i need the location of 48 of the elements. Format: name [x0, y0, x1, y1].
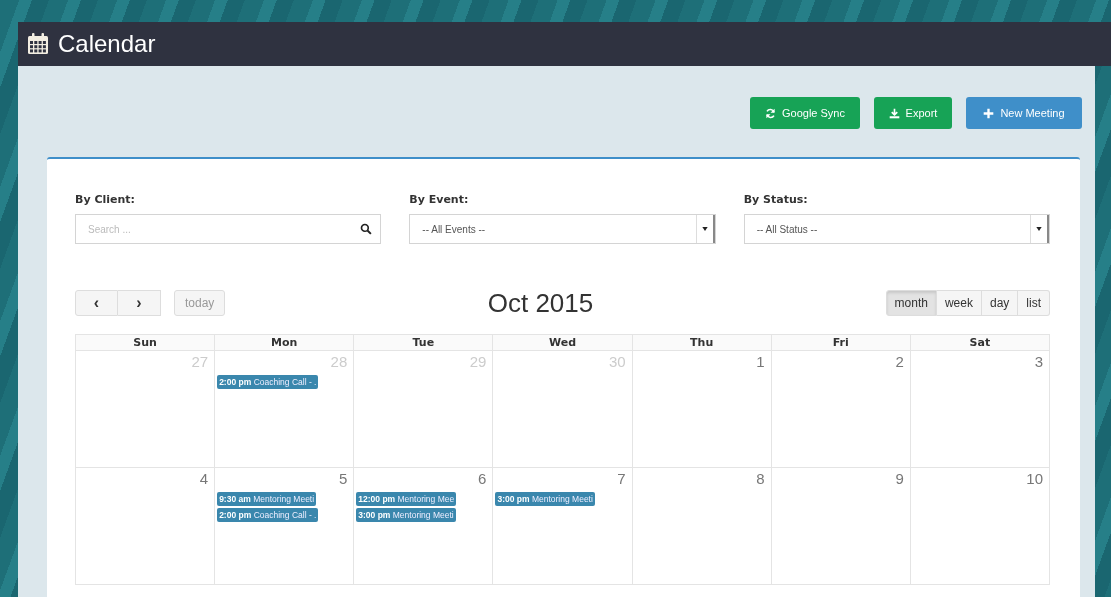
search-field[interactable]: Search ...	[75, 214, 382, 244]
event-chip[interactable]: 3:00 pm Mentoring Meeti	[495, 492, 595, 506]
event-chip[interactable]: 2:00 pm Coaching Call - .	[217, 375, 319, 389]
day-number: 4	[199, 470, 210, 487]
event-chip[interactable]: 2:00 pm Coaching Call - .	[217, 508, 319, 522]
weekday-header: Wed	[493, 334, 633, 351]
day-number: 7	[617, 470, 627, 487]
weekday-header: Tue	[354, 334, 494, 351]
dropdown-arrow-icon	[701, 227, 708, 231]
refresh-icon	[765, 107, 776, 119]
event-chip[interactable]: 3:00 pm Mentoring Meeti	[356, 508, 456, 522]
download-icon	[888, 107, 900, 119]
day-number: 8	[756, 470, 766, 487]
day-number: 1	[756, 353, 766, 370]
today-button[interactable]: today	[174, 290, 226, 316]
view-tab[interactable]: list	[1018, 290, 1050, 316]
view-tab[interactable]: month	[885, 290, 937, 316]
filter-label: By Event:	[409, 193, 470, 206]
calendar-icon	[26, 32, 50, 56]
weekday-header: Mon	[215, 334, 355, 351]
view-tab[interactable]: day	[981, 290, 1019, 316]
event-chip[interactable]: 12:00 pm Mentoring Mee	[356, 492, 457, 506]
weekday-header: Sun	[76, 334, 216, 351]
weekday-header: Fri	[771, 334, 911, 351]
dropdown[interactable]: -- All Events --	[409, 214, 716, 244]
day-number: 9	[895, 470, 905, 487]
view-tab[interactable]: week	[936, 290, 982, 316]
sync-button[interactable]: Google Sync	[750, 97, 860, 129]
search-icon	[360, 223, 373, 235]
event-chip[interactable]: 9:30 am Mentoring Meeti	[217, 492, 317, 506]
filter-label: By Status:	[743, 193, 809, 206]
weekday-header: Sat	[910, 334, 1050, 351]
filter-label: By Client:	[75, 193, 136, 206]
day-number: 3	[1034, 353, 1044, 370]
new-meeting-button[interactable]: New Meeting	[966, 97, 1082, 129]
month-title: Oct 2015	[486, 287, 595, 319]
dropdown[interactable]: -- All Status --	[743, 214, 1050, 244]
weekday-header: Thu	[632, 334, 772, 351]
day-number: 6	[478, 470, 488, 487]
day-number: 10	[1026, 470, 1044, 487]
plus-icon	[983, 107, 995, 119]
day-number: 2	[895, 353, 905, 370]
day-number: 5	[338, 470, 349, 487]
previous-button[interactable]: ‹	[75, 290, 118, 316]
dropdown-arrow-icon	[1036, 227, 1042, 231]
page-title: Calendar	[58, 30, 156, 58]
export-button[interactable]: Export	[874, 97, 952, 129]
next-button[interactable]: ›	[118, 290, 161, 316]
